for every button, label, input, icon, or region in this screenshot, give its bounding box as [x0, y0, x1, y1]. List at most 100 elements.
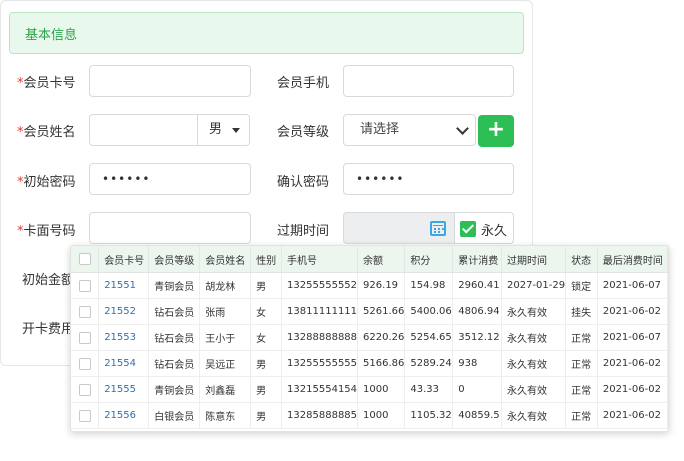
row-select[interactable] — [71, 350, 100, 377]
cell: 男 — [250, 402, 283, 429]
cell: 张雨 — [199, 298, 252, 325]
calendar-icon[interactable] — [430, 221, 446, 236]
table-header-row: 会员卡号 会员等级 会员姓名 性别 手机号 余额 积分 累计消费 过期时间 状态… — [71, 246, 668, 273]
cell: 刘鑫磊 — [199, 376, 252, 403]
col-header: 状态 — [565, 246, 598, 273]
init-pwd-input[interactable]: •••••• — [89, 163, 251, 195]
cell: 2021-06-07 — [597, 272, 668, 299]
card-no-label: *会员卡号 — [17, 76, 76, 91]
col-header: 会员等级 — [148, 246, 201, 273]
confirm-pwd-label: 确认密码 — [277, 175, 330, 190]
member-search-popup: 会员卡号 会员等级 会员姓名 性别 手机号 余额 积分 累计消费 过期时间 状态… — [70, 245, 669, 432]
cell: 钻石会员 — [148, 298, 201, 325]
chevron-down-icon — [456, 122, 469, 135]
phone-label: 会员手机 — [277, 76, 330, 91]
forever-label: 永久 — [481, 224, 508, 239]
cell: 白银会员 — [148, 402, 201, 429]
cell: 5254.65 — [404, 324, 454, 351]
card-no-link[interactable]: 21552 — [98, 298, 150, 325]
gender-dropdown[interactable]: 男 — [197, 114, 250, 146]
face-no-input[interactable] — [89, 212, 251, 244]
checkbox[interactable] — [78, 253, 91, 265]
table-row[interactable]: 21555 青铜会员 刘鑫磊 男 13215554154 1000 43.33 … — [71, 376, 668, 403]
cell: 正常 — [565, 324, 598, 351]
cell: 吴远正 — [199, 350, 252, 377]
col-header: 余额 — [357, 246, 406, 273]
init-amount-label: 初始金额 — [22, 273, 75, 288]
forever-toggle[interactable]: 永久 — [455, 212, 514, 244]
card-no-link[interactable]: 21551 — [98, 272, 150, 299]
face-no-label: *卡面号码 — [17, 224, 76, 239]
col-header: 积分 — [404, 246, 454, 273]
confirm-pwd-input[interactable]: •••••• — [343, 163, 514, 195]
row-select[interactable] — [71, 272, 100, 299]
cell: 0 — [452, 376, 502, 403]
cell: 永久有效 — [501, 402, 567, 429]
cell: 青铜会员 — [148, 272, 201, 299]
card-no-link[interactable]: 21553 — [98, 324, 150, 351]
checkbox[interactable] — [78, 331, 91, 344]
col-header: 性别 — [250, 246, 283, 273]
name-label: *会员姓名 — [17, 125, 76, 140]
cell: 挂失 — [565, 298, 598, 325]
checkbox[interactable] — [78, 383, 91, 396]
cell: 926.19 — [357, 272, 406, 299]
card-no-link[interactable]: 21556 — [98, 402, 150, 429]
checkbox[interactable] — [78, 357, 91, 370]
cell: 男 — [250, 376, 283, 403]
row-select[interactable] — [71, 298, 100, 325]
cell: 胡龙林 — [199, 272, 252, 299]
level-select[interactable]: 请选择 — [343, 114, 476, 146]
forever-checkbox[interactable] — [460, 221, 476, 237]
cell: 永久有效 — [501, 324, 567, 351]
table-row[interactable]: 21554 钻石会员 吴远正 男 13255555555 5166.86 528… — [71, 350, 668, 377]
checkbox[interactable] — [78, 279, 91, 292]
level-label: 会员等级 — [277, 125, 330, 140]
cell: 2021-06-02 — [597, 376, 668, 403]
section-title: 基本信息 — [25, 28, 78, 43]
cell: 2021-06-02 — [597, 350, 668, 377]
cell: 5261.66 — [357, 298, 406, 325]
cell: 2021-06-02 — [597, 298, 668, 325]
cell: 男 — [250, 272, 283, 299]
cell: 正常 — [565, 376, 598, 403]
cell: 陈意东 — [199, 402, 252, 429]
card-no-link[interactable]: 21555 — [98, 376, 150, 403]
cell: 4806.94 — [452, 298, 502, 325]
table-row[interactable]: 21551 青铜会员 胡龙林 男 13255555552 926.19 154.… — [71, 272, 668, 299]
col-header: 过期时间 — [501, 246, 567, 273]
cell: 2021-06-07 — [597, 324, 668, 351]
cell: 154.98 — [404, 272, 454, 299]
table-row[interactable]: 21552 钻石会员 张雨 女 13811111111 5261.66 5400… — [71, 298, 668, 325]
table-row[interactable]: 21556 白银会员 陈意东 男 13285888885 1000 1105.3… — [71, 402, 668, 429]
table-row[interactable]: 21553 钻石会员 王小于 女 13288888888 6220.26 525… — [71, 324, 668, 351]
cell: 女 — [250, 324, 283, 351]
cell: 2021-06-02 — [597, 402, 668, 429]
cell: 永久有效 — [501, 298, 567, 325]
cell: 男 — [250, 350, 283, 377]
cell: 43.33 — [404, 376, 454, 403]
row-select[interactable] — [71, 324, 100, 351]
row-select[interactable] — [71, 376, 100, 403]
phone-input[interactable] — [343, 65, 514, 97]
cell: 王小于 — [199, 324, 252, 351]
col-header: 会员姓名 — [199, 246, 252, 273]
checkbox[interactable] — [78, 305, 91, 318]
cell: 13285888885 — [281, 402, 359, 429]
level-placeholder: 请选择 — [360, 122, 400, 137]
cell: 锁定 — [565, 272, 598, 299]
checkbox[interactable] — [78, 409, 91, 422]
card-no-input[interactable] — [89, 65, 251, 97]
card-no-link[interactable]: 21554 — [98, 350, 150, 377]
name-input[interactable] — [89, 114, 198, 146]
row-select[interactable] — [71, 402, 100, 429]
cell: 5166.86 — [357, 350, 406, 377]
col-header: 会员卡号 — [98, 246, 150, 273]
add-level-button[interactable]: + — [478, 115, 514, 147]
cell: 938 — [452, 350, 502, 377]
header-select-all[interactable] — [71, 246, 100, 273]
cell: 1000 — [357, 402, 406, 429]
col-header: 最后消费时间 — [597, 246, 668, 273]
cell: 2027-01-29 — [501, 272, 567, 299]
cell: 13288888888 — [281, 324, 359, 351]
